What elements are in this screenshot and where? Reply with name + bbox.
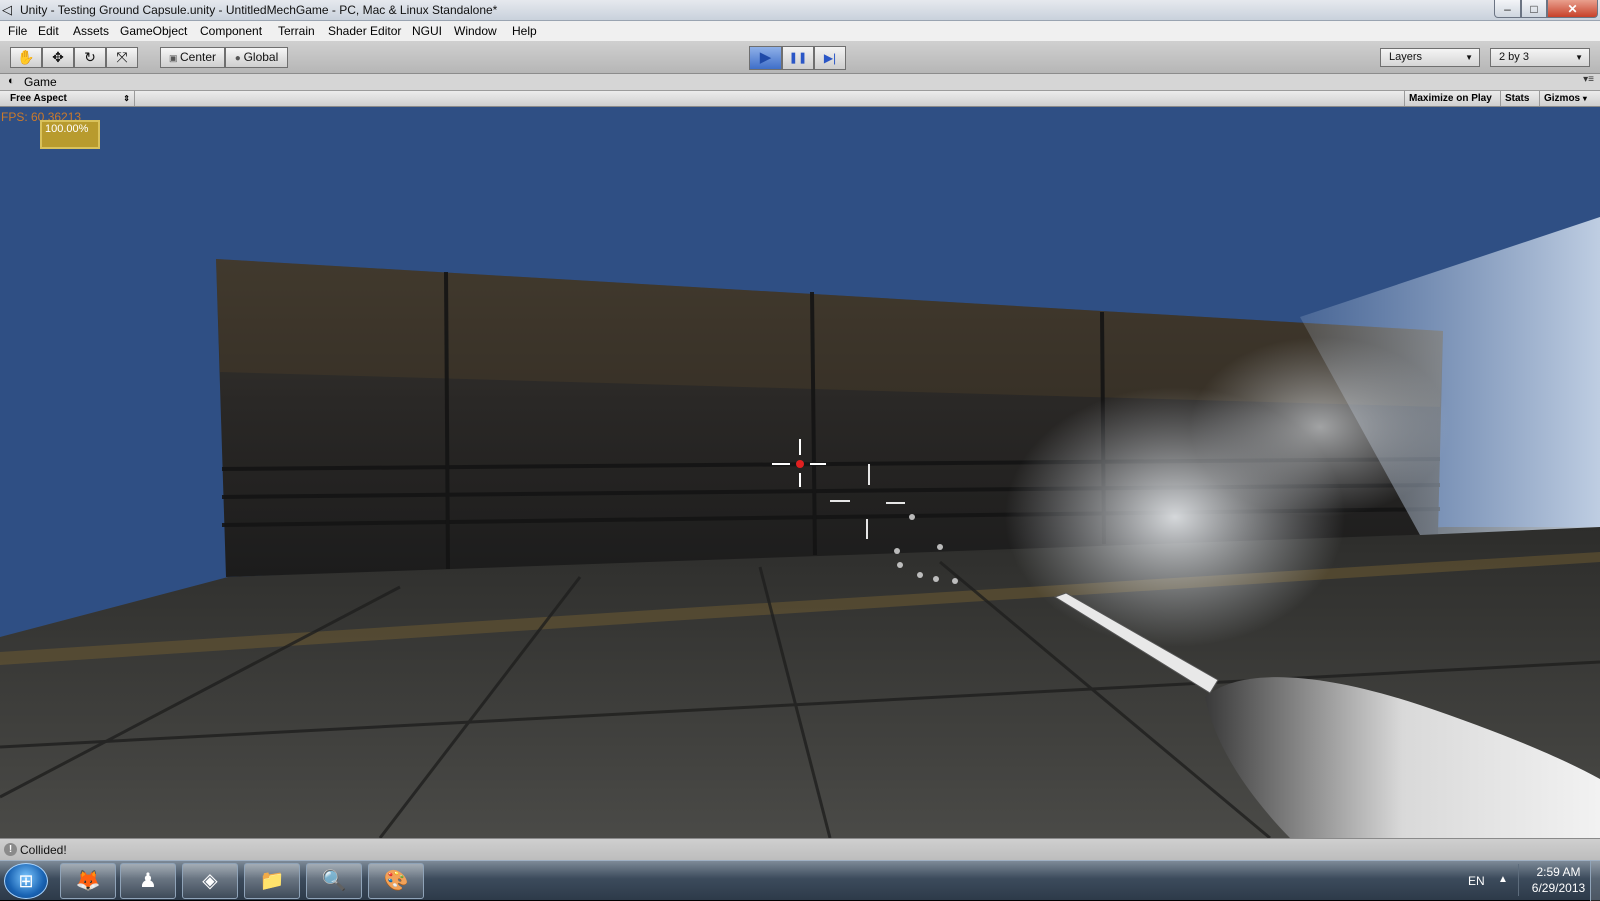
- maximize-on-play-button[interactable]: Maximize on Play: [1404, 91, 1496, 106]
- space-global-button[interactable]: ● Global: [225, 47, 288, 68]
- toolbar: ✋ ✥ ↻ ⤧ ▣ Center ● Global ▶ ❚❚ ▶| Layers…: [0, 42, 1600, 74]
- taskbar: ⊞ 🦊 ♟ ◈ 📁 🔍 🎨 EN ▲ 2:59 AM 6/29/2013: [0, 860, 1600, 901]
- aspect-label: Free Aspect: [10, 93, 67, 104]
- gizmos-button[interactable]: Gizmos ▾: [1539, 91, 1600, 106]
- chevron-down-icon: ▼: [1575, 53, 1583, 62]
- pivot-center-button[interactable]: ▣ Center: [160, 47, 225, 68]
- game-scene: [0, 217, 1600, 838]
- chevron-updown-icon: ⇕: [123, 94, 130, 103]
- title-bar: ◁ Unity - Testing Ground Capsule.unity -…: [0, 0, 1600, 21]
- crosshair-dot: [796, 460, 804, 468]
- show-desktop-button[interactable]: [1590, 861, 1600, 901]
- game-tab-bar: ◐ Game ▾≡: [0, 74, 1600, 91]
- chevron-down-icon: ▼: [1465, 53, 1473, 62]
- menu-gameobject[interactable]: GameObject: [120, 24, 187, 38]
- tray-expand-icon[interactable]: ▲: [1498, 874, 1508, 885]
- menu-edit[interactable]: Edit: [38, 24, 59, 38]
- tab-game[interactable]: ◐ Game: [8, 75, 57, 89]
- menu-bar: File Edit Assets GameObject Component Te…: [0, 21, 1600, 42]
- stats-button[interactable]: Stats: [1500, 91, 1533, 106]
- step-button[interactable]: ▶|: [814, 46, 846, 70]
- scale-tool-icon[interactable]: ⤧: [106, 47, 138, 68]
- layers-dropdown[interactable]: Layers ▼: [1380, 48, 1480, 67]
- info-icon: !: [4, 843, 17, 856]
- minimize-button[interactable]: –: [1494, 0, 1521, 18]
- tab-game-label: Game: [24, 75, 57, 89]
- maximize-button[interactable]: □: [1521, 0, 1547, 18]
- menu-assets[interactable]: Assets: [73, 24, 109, 38]
- globe-icon: ●: [234, 53, 244, 64]
- unity-logo-icon: ◁: [2, 2, 12, 17]
- pivot-icon: ▣: [168, 53, 180, 63]
- taskbar-paint-icon[interactable]: 🎨: [368, 863, 424, 899]
- taskbar-game-icon[interactable]: ♟: [120, 863, 176, 899]
- status-message: Collided!: [20, 843, 67, 857]
- start-button[interactable]: ⊞: [4, 863, 48, 899]
- layout-label: 2 by 3: [1499, 51, 1529, 63]
- menu-help[interactable]: Help: [512, 24, 537, 38]
- game-icon: ◐: [8, 75, 15, 87]
- hand-tool-icon[interactable]: ✋: [10, 47, 42, 68]
- status-bar[interactable]: ! Collided!: [0, 838, 1600, 860]
- menu-file[interactable]: File: [8, 24, 27, 38]
- rotate-tool-icon[interactable]: ↻: [74, 47, 106, 68]
- menu-terrain[interactable]: Terrain: [278, 24, 315, 38]
- clock-time: 2:59 AM: [1536, 865, 1581, 879]
- menu-shader-editor[interactable]: Shader Editor: [328, 24, 401, 38]
- move-tool-icon[interactable]: ✥: [42, 47, 74, 68]
- aspect-dropdown[interactable]: Free Aspect ⇕: [4, 91, 135, 106]
- layout-dropdown[interactable]: 2 by 3 ▼: [1490, 48, 1590, 67]
- menu-window[interactable]: Window: [454, 24, 497, 38]
- windows-logo-icon: ⊞: [18, 871, 34, 891]
- taskbar-unity-icon[interactable]: ◈: [182, 863, 238, 899]
- window-title: Unity - Testing Ground Capsule.unity - U…: [20, 3, 498, 17]
- chevron-down-icon: ▾: [1582, 94, 1587, 103]
- taskbar-firefox-icon[interactable]: 🦊: [60, 863, 116, 899]
- pause-button[interactable]: ❚❚: [782, 46, 814, 70]
- language-indicator[interactable]: EN: [1468, 874, 1485, 888]
- menu-component[interactable]: Component: [200, 24, 262, 38]
- muzzle-smoke: [1190, 337, 1450, 517]
- taskbar-search-icon[interactable]: 🔍: [306, 863, 362, 899]
- pivot-label: Center: [179, 50, 217, 64]
- clock[interactable]: 2:59 AM 6/29/2013: [1518, 864, 1598, 896]
- zoom-indicator: 100.00%: [40, 120, 100, 149]
- play-button[interactable]: ▶: [749, 46, 782, 70]
- taskbar-explorer-icon[interactable]: 📁: [244, 863, 300, 899]
- space-label: Global: [243, 50, 279, 64]
- game-control-bar: Free Aspect ⇕ Maximize on Play Stats Giz…: [0, 91, 1600, 107]
- menu-ngui[interactable]: NGUI: [412, 24, 442, 38]
- game-viewport[interactable]: FPS: 60.36213 100.00%: [0, 107, 1600, 838]
- clock-date: 6/29/2013: [1531, 881, 1586, 895]
- panel-menu-icon[interactable]: ▾≡: [1583, 74, 1594, 85]
- close-button[interactable]: ✕: [1547, 0, 1598, 18]
- layers-label: Layers: [1389, 51, 1423, 63]
- gizmos-label: Gizmos: [1544, 93, 1581, 104]
